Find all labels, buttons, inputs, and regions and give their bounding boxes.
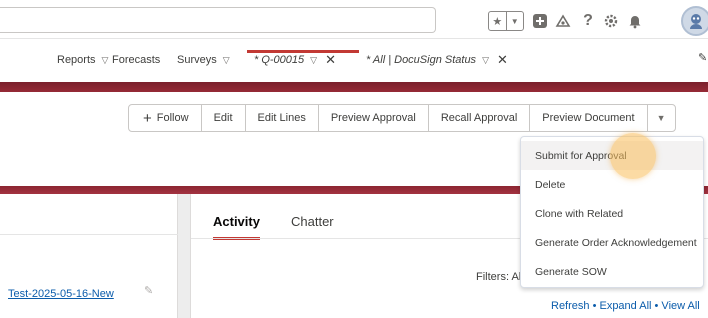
nav-item-reports[interactable]: Reports ▽ [57,50,108,70]
favorites-button-group[interactable]: ★ ▼ [488,11,524,31]
record-link[interactable]: Test-2025-05-16-New [8,288,114,300]
tab-docusign-status[interactable]: * All | DocuSign Status ▽ ✕ [366,50,508,70]
close-icon[interactable]: ✕ [325,52,336,68]
help-icon[interactable]: ? [578,11,598,31]
notification-bell-icon[interactable] [625,11,645,31]
tab-chatter[interactable]: Chatter [291,214,334,237]
tab-quote-q-00015[interactable]: * Q-00015 ▽ ✕ [254,50,336,70]
pencil-icon[interactable]: ✎ [144,284,153,297]
chevron-down-icon[interactable]: ▽ [102,55,109,66]
more-actions-button[interactable]: ▼ [646,104,676,132]
trailhead-icon[interactable] [553,11,573,31]
close-icon[interactable]: ✕ [497,52,508,68]
chevron-down-icon[interactable]: ▽ [482,55,489,66]
avatar[interactable] [681,6,708,36]
chevron-down-icon[interactable]: ▽ [223,55,230,66]
star-icon[interactable]: ★ [489,12,506,30]
chevron-down-icon[interactable]: ▼ [505,12,524,30]
tab-label: * All | DocuSign Status [366,54,477,66]
menu-item-generate-order-acknowledgement[interactable]: Generate Order Acknowledgement [521,228,703,257]
preview-document-button[interactable]: Preview Document [529,104,648,132]
recall-approval-button[interactable]: Recall Approval [427,104,531,132]
edit-nav-pencil-icon[interactable]: ✎ [698,51,707,64]
edit-button[interactable]: Edit [200,104,246,132]
nav-item-surveys[interactable]: Surveys ▽ [177,50,230,70]
record-detail-card: Test-2025-05-16-New ✎ [0,194,178,318]
global-header: ★ ▼ ? [0,0,708,38]
activity-filters[interactable]: Filters: All [476,271,524,283]
global-search-input[interactable] [0,7,436,33]
follow-button[interactable]: + Follow [128,104,202,132]
tab-activity[interactable]: Activity [213,214,260,240]
menu-item-delete[interactable]: Delete [521,170,703,199]
nav-item-label: Surveys [177,54,217,66]
nav-item-label: Reports [57,54,96,66]
menu-item-clone-with-related[interactable]: Clone with Related [521,199,703,228]
cursor-highlight [610,133,656,179]
chevron-down-icon[interactable]: ▽ [310,55,317,66]
column-gutter [178,194,190,318]
preview-approval-button[interactable]: Preview Approval [317,104,429,132]
plus-icon: + [143,109,152,127]
menu-item-generate-sow[interactable]: Generate SOW [521,257,703,286]
setup-gear-icon[interactable] [601,11,621,31]
nav-item-label: Forecasts [112,54,161,66]
tab-label: * Q-00015 [254,54,305,66]
brand-band [0,82,708,92]
activity-links[interactable]: Refresh • Expand All • View All [551,300,700,312]
chevron-down-icon: ▼ [656,113,666,123]
nav-item-forecasts[interactable]: Forecasts [112,50,160,70]
follow-label: Follow [156,112,189,124]
grid-plus-icon[interactable] [530,11,550,31]
action-button-group: + Follow Edit Edit Lines Preview Approva… [128,104,676,132]
divider [0,234,178,235]
edit-lines-button[interactable]: Edit Lines [244,104,319,132]
